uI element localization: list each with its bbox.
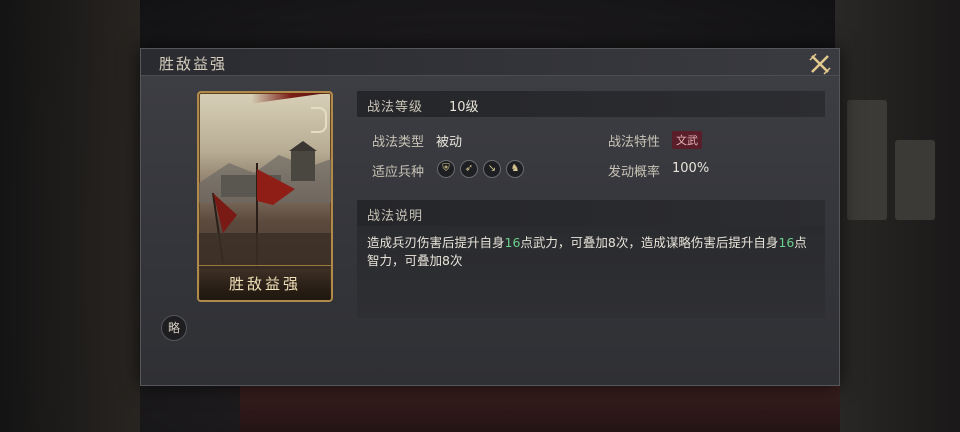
skill-card: 胜敌益强 [197,91,333,302]
rate-value: 100% [672,161,710,176]
spear-icon: ↘ [483,160,501,178]
dialog-title: 胜敌益强 [159,55,228,73]
strategy-badge[interactable]: 略 [161,315,187,341]
description-box: 造成兵刃伤害后提升自身16点武力，可叠加8次，造成谋略伤害后提升自身16点智力，… [357,226,825,318]
skill-dialog: 胜敌益强 胜敌益强 略 战法等级 10级 战法类型 被动 战法特性 文武 适应兵… [140,48,840,386]
description-number: 16 [778,235,795,250]
level-header: 战法等级 10级 [357,91,825,117]
horse-icon: ♞ [506,160,524,178]
shield-icon: ⛨ [437,160,455,178]
description-number: 16 [504,235,521,250]
level-label: 战法等级 [367,100,424,115]
trait-label: 战法特性 [608,135,661,150]
background-block [895,140,935,220]
background-right [835,0,960,432]
dialog-titlebar: 胜敌益强 [141,49,839,76]
type-value: 被动 [436,135,463,150]
description-header: 战法说明 [357,200,825,226]
rate-label: 发动概率 [608,165,661,180]
background-left [0,0,140,432]
unit-label: 适应兵种 [372,165,425,180]
close-icon[interactable] [809,53,831,75]
description-segment: 造成兵刃伤害后提升自身 [367,235,505,250]
card-name: 胜敌益强 [228,275,301,293]
description-segment: 点武力，可叠加8次，造成谋略伤害后提升自身 [520,235,779,250]
bow-icon: ➶ [460,160,478,178]
description-text: 造成兵刃伤害后提升自身16点武力，可叠加8次，造成谋略伤害后提升自身16点智力，… [367,234,817,270]
level-value: 10级 [449,100,479,115]
background-block [847,100,887,220]
description-header-label: 战法说明 [367,209,424,224]
type-label: 战法类型 [372,135,425,150]
background-bottom [240,385,840,432]
trait-tag: 文武 [672,131,702,149]
